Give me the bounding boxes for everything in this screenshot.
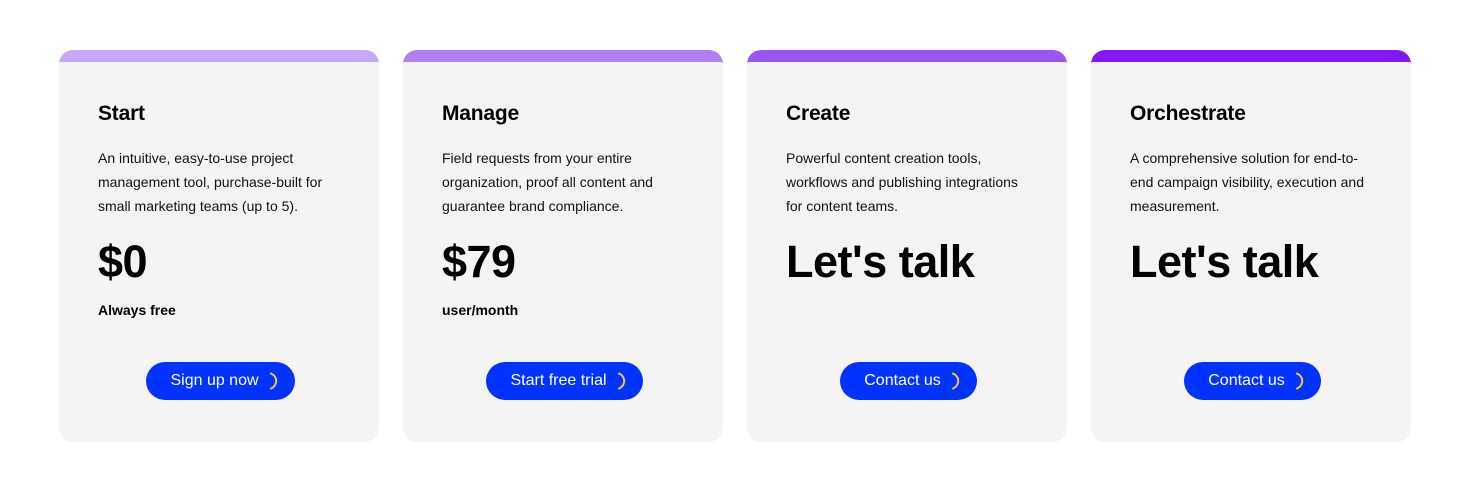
plan-price-unit: user/month	[442, 302, 519, 318]
plan-price-unit: Always free	[98, 302, 176, 318]
plan-description: An intuitive, easy-to-use project manage…	[98, 150, 323, 214]
plan-card-start: Start An intuitive, easy-to-use project …	[59, 50, 379, 442]
plan-card-manage: Manage Field requests from your entire o…	[403, 50, 723, 442]
plan-name: Manage	[442, 102, 519, 125]
plan-name: Create	[786, 102, 851, 125]
cta-label: Contact us	[1208, 372, 1285, 389]
contact-us-button[interactable]: Contact us	[840, 362, 977, 400]
plan-price: Let's talk	[786, 236, 975, 287]
sign-up-now-button[interactable]: Sign up now	[146, 362, 295, 400]
plan-price: $0	[98, 236, 148, 287]
plan-card-orchestrate: Orchestrate A comprehensive solution for…	[1091, 50, 1411, 442]
start-free-trial-button[interactable]: Start free trial	[486, 362, 643, 400]
plan-description: Field requests from your entire organiza…	[442, 150, 653, 214]
arc-icon	[1291, 371, 1311, 391]
plan-price: Let's talk	[1130, 236, 1319, 287]
arc-icon	[613, 371, 633, 391]
arc-icon	[265, 371, 285, 391]
cta-label: Start free trial	[510, 372, 607, 389]
cta-label: Sign up now	[170, 372, 259, 389]
plan-card-create: Create Powerful content creation tools, …	[747, 50, 1067, 442]
arc-icon	[947, 371, 967, 391]
pricing-plans: Start An intuitive, easy-to-use project …	[59, 50, 1411, 442]
plan-name: Orchestrate	[1130, 102, 1246, 125]
contact-us-button[interactable]: Contact us	[1184, 362, 1321, 400]
plan-description: Powerful content creation tools, workflo…	[786, 150, 1018, 214]
cta-label: Contact us	[864, 372, 941, 389]
plan-price: $79	[442, 236, 516, 287]
plan-name: Start	[98, 102, 145, 125]
plan-description: A comprehensive solution for end-to-end …	[1130, 150, 1364, 214]
